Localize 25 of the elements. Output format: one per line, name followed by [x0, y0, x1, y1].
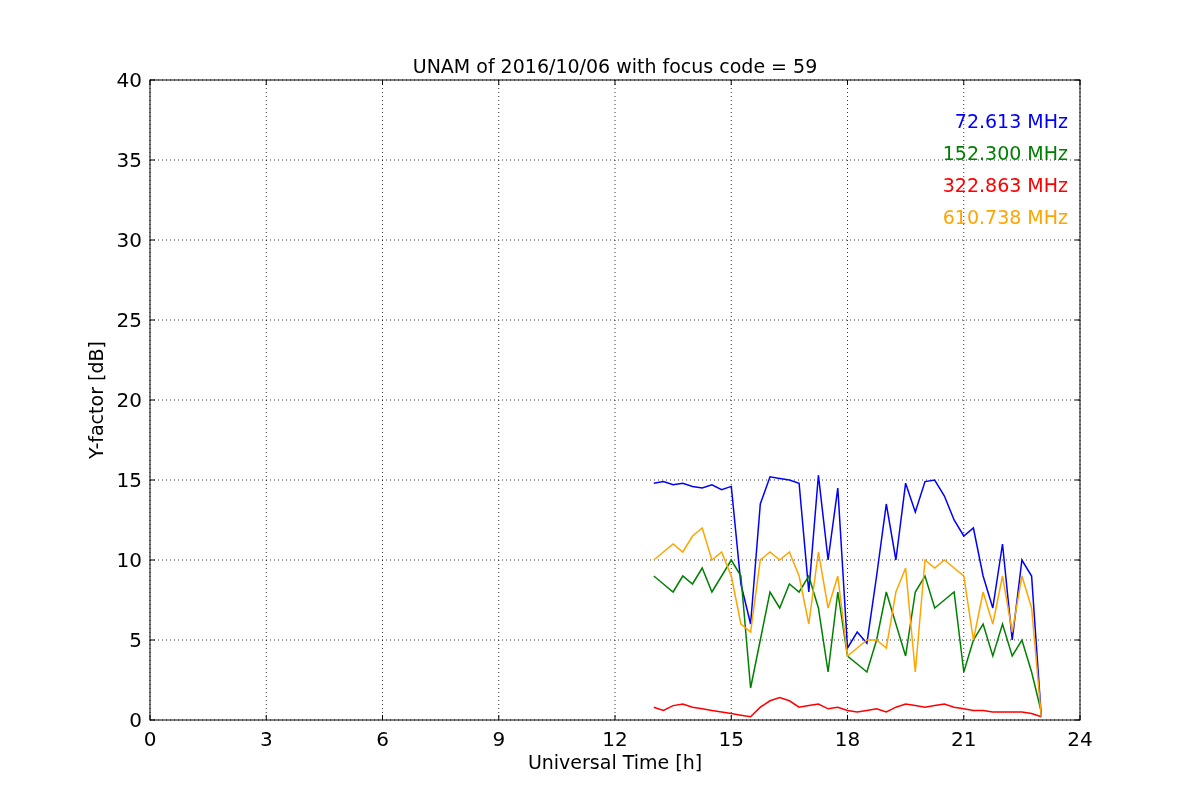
x-tick-label: 15	[718, 727, 744, 751]
x-tick-label: 24	[1067, 727, 1093, 751]
y-tick-label: 0	[129, 708, 142, 732]
x-tick-label: 12	[602, 727, 628, 751]
x-tick-label: 3	[259, 727, 273, 751]
legend-label: 322.863 MHz	[942, 174, 1068, 196]
x-tick-label: 21	[951, 727, 977, 751]
legend-label: 152.300 MHz	[942, 142, 1068, 164]
y-tick-label: 40	[116, 68, 142, 92]
legend-label: 610.738 MHz	[942, 206, 1068, 228]
x-tick-label: 9	[492, 727, 506, 751]
x-tick-label: 6	[376, 727, 389, 751]
y-tick-label: 15	[116, 468, 142, 492]
legend-label: 72.613 MHz	[954, 110, 1068, 132]
y-tick-label: 25	[116, 308, 142, 332]
y-tick-label: 35	[116, 148, 142, 172]
y-axis-label: Y-factor [dB]	[85, 341, 107, 459]
x-tick-label: 18	[834, 727, 861, 751]
y-tick-label: 5	[129, 628, 142, 652]
y-tick-label: 20	[116, 388, 142, 412]
y-tick-label: 10	[116, 548, 142, 572]
chart-title: UNAM of 2016/10/06 with focus code = 59	[412, 55, 818, 77]
x-tick-label: 0	[143, 727, 157, 751]
y-tick-label: 30	[116, 228, 142, 252]
x-axis-label: Universal Time [h]	[527, 751, 703, 773]
